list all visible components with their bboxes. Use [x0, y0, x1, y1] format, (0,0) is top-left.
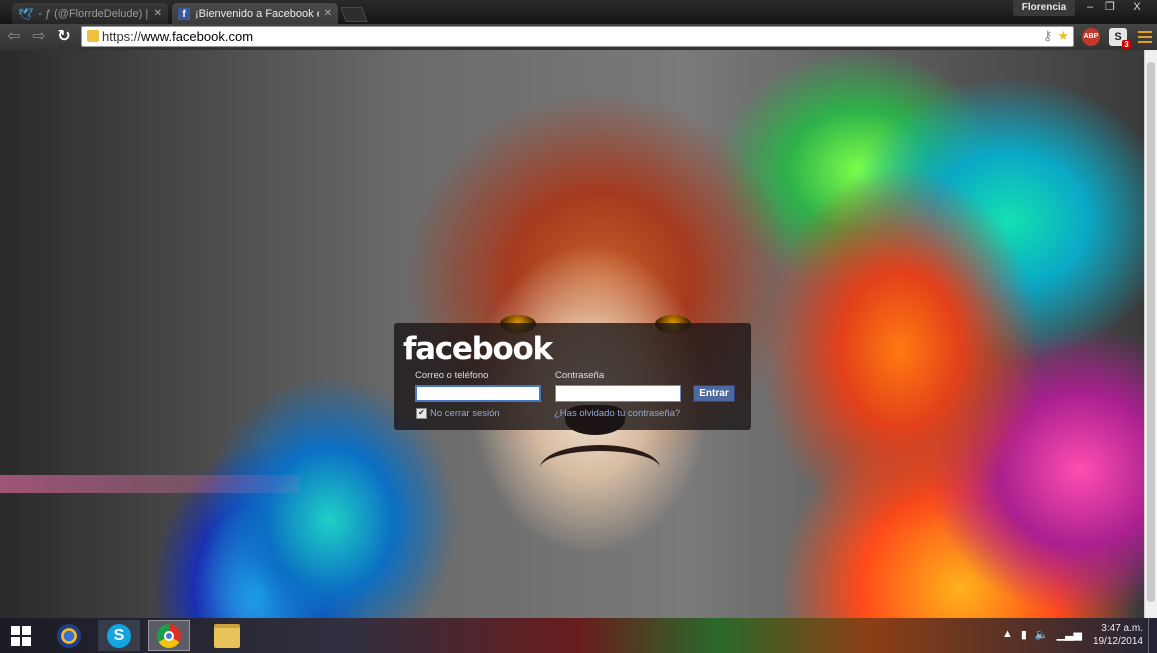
facebook-icon: f [178, 7, 190, 20]
back-arrow-icon[interactable]: ⇦ [4, 27, 24, 47]
forward-arrow-icon[interactable]: ⇨ [29, 27, 49, 47]
password-field[interactable] [555, 385, 681, 402]
tab-twitter[interactable]: 🕊 - ƒ (@FlorrdeDelude) | Twi ✕ [12, 3, 168, 24]
file-explorer-icon [214, 623, 240, 648]
page-scrollbar[interactable] [1144, 50, 1157, 618]
close-tab-icon[interactable]: ✕ [324, 8, 332, 19]
twitter-icon: 🕊 [18, 6, 34, 21]
show-hidden-icons[interactable]: ▲ [1002, 628, 1013, 641]
facebook-logo: facebook [403, 331, 553, 367]
network-signal-icon[interactable]: ▁▃▅ [1057, 628, 1082, 641]
clock-date: 19/12/2014 [1092, 636, 1143, 647]
bookmark-star-icon[interactable]: ★ [1057, 28, 1069, 44]
taskbar-app-launcher[interactable] [48, 620, 90, 651]
browser-toolbar: ⇦ ⇨ ↻ https://www.facebook.com ⚷ ★ ABP S… [0, 24, 1157, 50]
keep-logged-in-checkbox[interactable]: ✔ [416, 408, 427, 419]
tab-facebook[interactable]: f ¡Bienvenido a Facebook en ✕ [172, 3, 338, 24]
app-launcher-icon [57, 623, 81, 648]
extension-s-icon[interactable]: S 3 [1109, 28, 1131, 49]
skype-icon: S [107, 623, 131, 648]
clock-time: 3:47 a.m. [1101, 623, 1143, 634]
close-tab-icon[interactable]: ✕ [154, 8, 162, 19]
windows-logo-icon [11, 625, 31, 646]
email-label: Correo o teléfono [415, 370, 489, 381]
tab-title: - ƒ (@FlorrdeDelude) | Twi [38, 7, 149, 20]
keep-logged-in-label[interactable]: No cerrar sesión [430, 408, 500, 419]
extension-badge: 3 [1122, 40, 1131, 49]
tab-title: ¡Bienvenido a Facebook en [195, 7, 319, 20]
system-tray: ▲ ▮ 🔈 ▁▃▅ [1002, 628, 1082, 641]
show-desktop-button[interactable] [1148, 618, 1157, 653]
lion-mouth [540, 445, 660, 491]
lock-icon [87, 30, 99, 42]
key-icon[interactable]: ⚷ [1043, 28, 1053, 44]
forgot-password-link[interactable]: ¿Has olvidado tu contraseña? [554, 408, 680, 419]
taskbar-skype[interactable]: S [98, 620, 140, 651]
start-button[interactable] [0, 620, 42, 651]
adblock-plus-icon[interactable]: ABP [1082, 28, 1100, 46]
profile-name[interactable]: Florencia [1013, 0, 1075, 16]
taskbar-file-explorer[interactable] [206, 620, 248, 651]
chrome-menu-icon[interactable] [1138, 29, 1152, 45]
login-button[interactable]: Entrar [693, 385, 735, 402]
url-text[interactable]: https://www.facebook.com [102, 29, 253, 44]
battery-icon[interactable]: ▮ [1021, 628, 1027, 641]
email-field[interactable] [415, 385, 541, 402]
taskbar-chrome[interactable] [148, 620, 190, 651]
taskbar-clock[interactable]: 3:47 a.m. 19/12/2014 [1091, 622, 1143, 648]
new-tab-button[interactable] [340, 7, 368, 22]
scrollbar-thumb[interactable] [1147, 62, 1155, 602]
windows-taskbar: S ▲ ▮ 🔈 ▁▃▅ 3:47 a.m. 19/12/2014 [0, 618, 1157, 653]
title-bar: 🕊 - ƒ (@FlorrdeDelude) | Twi ✕ f ¡Bienve… [0, 0, 1157, 24]
maximize-button[interactable]: ❐ [1097, 0, 1123, 16]
volume-icon[interactable]: 🔈 [1035, 628, 1049, 641]
background-light-streak [0, 475, 300, 493]
password-label: Contraseña [555, 370, 605, 381]
address-bar[interactable]: https://www.facebook.com ⚷ ★ [81, 26, 1074, 47]
reload-icon[interactable]: ↻ [54, 27, 74, 47]
login-panel: facebook Correo o teléfono Contraseña En… [394, 323, 751, 430]
chrome-icon [157, 623, 181, 648]
close-window-button[interactable]: X [1124, 0, 1150, 16]
